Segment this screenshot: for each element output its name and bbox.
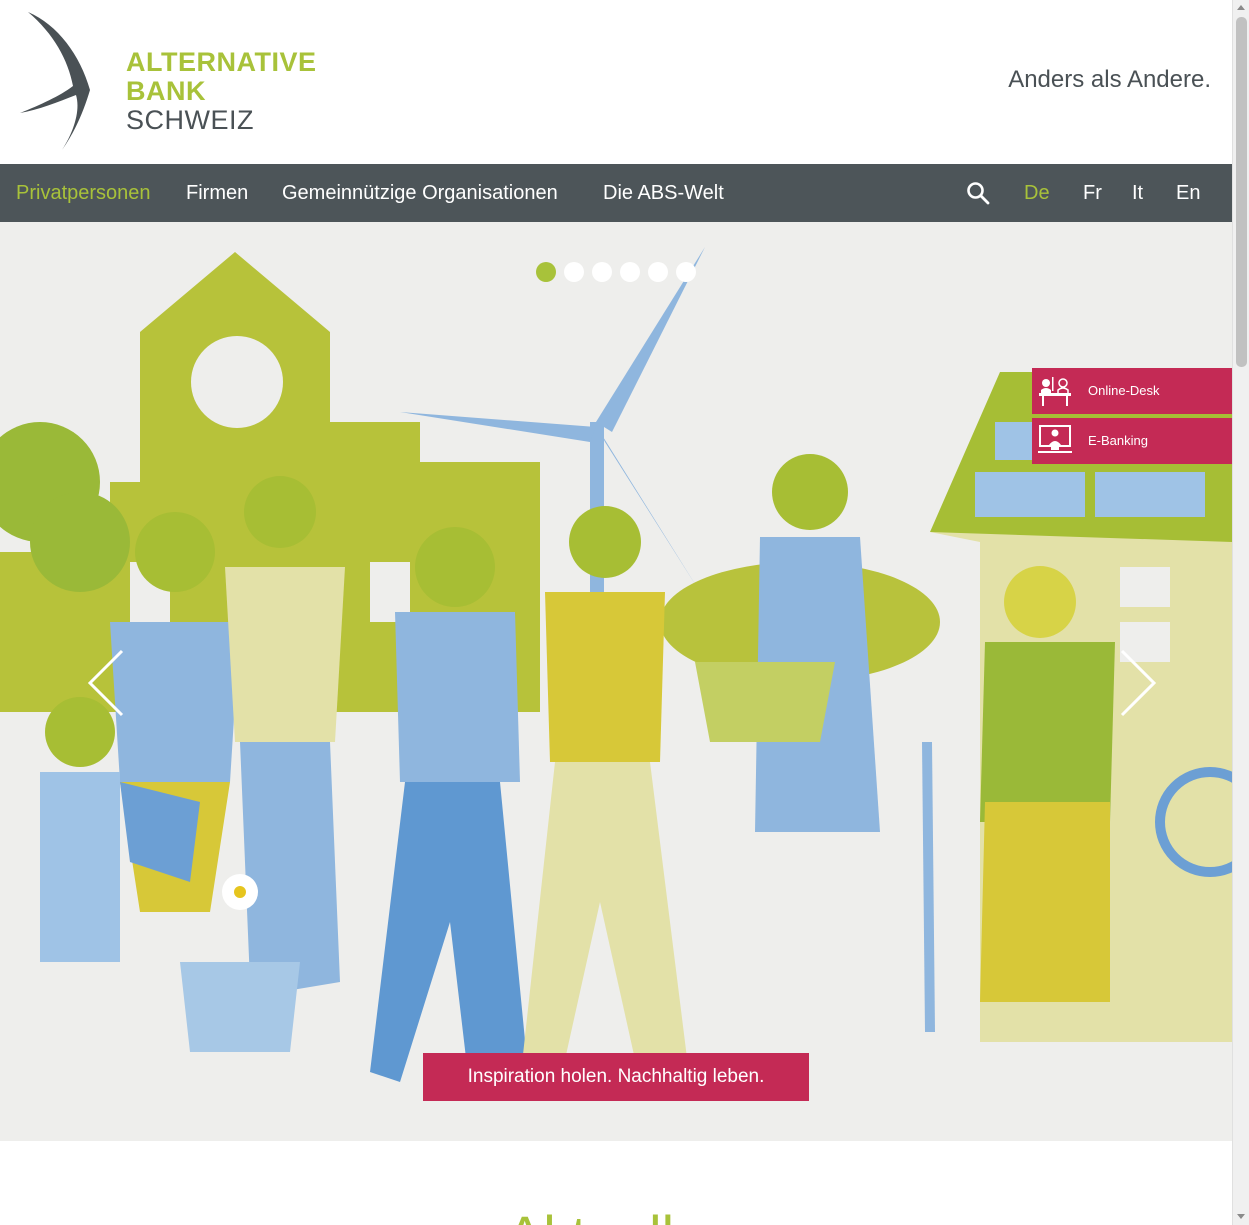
section-title: Aktuell	[0, 1203, 1180, 1225]
logo[interactable]: ALTERNATIVE BANK SCHWEIZ	[18, 10, 316, 155]
scrollbar-thumb[interactable]	[1236, 17, 1247, 367]
site-header: ALTERNATIVE BANK SCHWEIZ Anders als Ande…	[0, 0, 1232, 164]
hero-carousel: Online-Desk E-Banking Inspiration holen.…	[0, 222, 1232, 1141]
logo-wordmark: ALTERNATIVE BANK SCHWEIZ	[126, 48, 317, 135]
scroll-down-arrow-icon[interactable]	[1237, 1214, 1245, 1219]
hero-illustration	[0, 247, 1232, 1092]
tagline: Anders als Andere.	[1008, 66, 1211, 93]
hero-cta-button[interactable]: Inspiration holen. Nachhaltig leben.	[423, 1053, 809, 1101]
nav-item-abs-welt[interactable]: Die ABS-Welt	[603, 164, 724, 222]
lang-en[interactable]: En	[1176, 164, 1200, 222]
main-nav: Privatpersonen Firmen Gemeinnützige Orga…	[0, 164, 1232, 222]
online-desk-link[interactable]: Online-Desk	[1032, 368, 1232, 414]
chevron-right-icon[interactable]	[1116, 647, 1160, 719]
nav-item-privatpersonen[interactable]: Privatpersonen	[16, 164, 151, 222]
lang-it[interactable]: It	[1132, 164, 1143, 222]
swallow-logo-icon	[20, 12, 90, 150]
carousel-dot-3[interactable]	[592, 262, 612, 282]
e-banking-link[interactable]: E-Banking	[1032, 418, 1232, 464]
carousel-dot-1[interactable]	[536, 262, 556, 282]
page-scrollbar[interactable]	[1232, 0, 1249, 1225]
logo-line-3: SCHWEIZ	[126, 105, 254, 135]
chevron-left-icon[interactable]	[84, 647, 128, 719]
carousel-dot-6[interactable]	[676, 262, 696, 282]
computer-user-icon	[1038, 425, 1072, 453]
lang-fr[interactable]: Fr	[1083, 164, 1102, 222]
carousel-dot-4[interactable]	[620, 262, 640, 282]
e-banking-label: E-Banking	[1088, 433, 1148, 448]
carousel-dot-2[interactable]	[564, 262, 584, 282]
search-icon[interactable]	[966, 181, 990, 205]
carousel-dot-5[interactable]	[648, 262, 668, 282]
lang-de[interactable]: De	[1024, 164, 1050, 222]
online-desk-label: Online-Desk	[1088, 383, 1160, 398]
news-section: Aktuell	[0, 1141, 1232, 1225]
consultation-icon	[1039, 377, 1071, 406]
logo-line-1: ALTERNATIVE	[126, 47, 317, 77]
scroll-up-arrow-icon[interactable]	[1237, 5, 1245, 10]
nav-item-gemeinnuetzige-organisationen[interactable]: Gemeinnützige Organisationen	[282, 164, 558, 222]
logo-line-2: BANK	[126, 76, 206, 106]
nav-item-firmen[interactable]: Firmen	[186, 164, 248, 222]
